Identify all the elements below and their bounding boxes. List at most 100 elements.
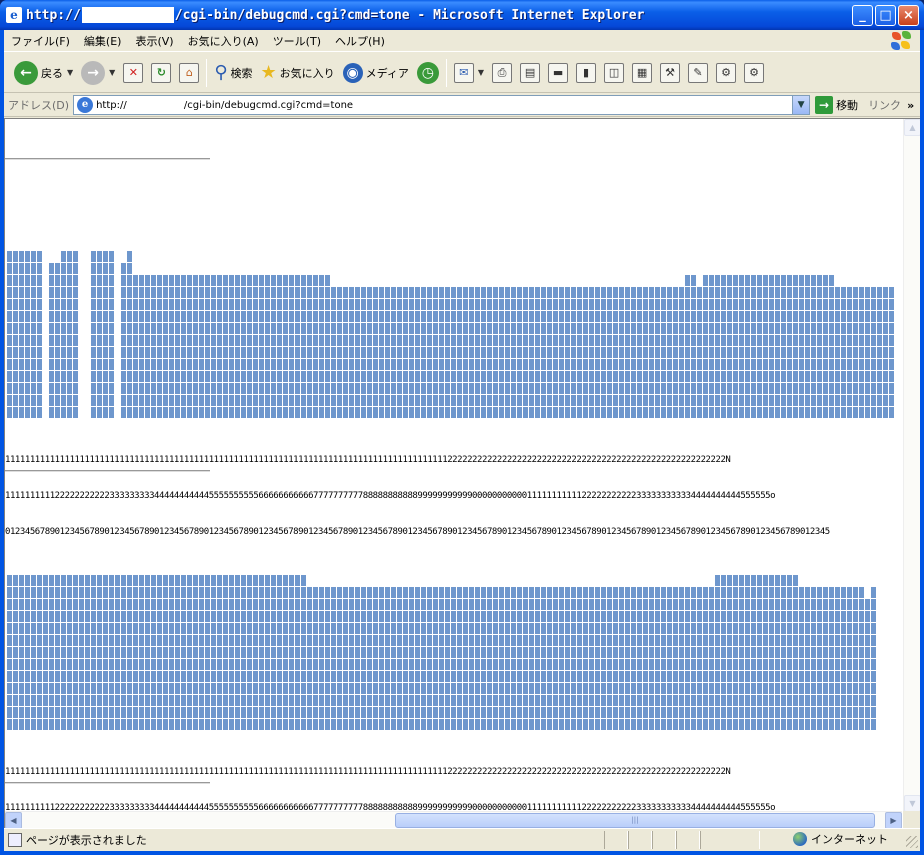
go-button[interactable]: → 移動	[815, 96, 858, 114]
tone-block	[241, 323, 246, 334]
refresh-button[interactable]: ↻	[147, 57, 175, 89]
tools-button[interactable]: ⚒	[656, 57, 684, 89]
tone-block	[49, 287, 54, 298]
tone-block	[739, 683, 744, 694]
messenger-button[interactable]: ▮	[572, 57, 600, 89]
tone-block	[883, 347, 888, 358]
tone-block	[55, 263, 60, 274]
tone-block	[151, 395, 156, 406]
gear2-button[interactable]: ⚙	[740, 57, 768, 89]
tone-block	[379, 683, 384, 694]
menu-edit[interactable]: 編集(E)	[77, 33, 129, 49]
back-button[interactable]: ← 戻る ▼	[10, 57, 77, 89]
stop-button[interactable]: ✕	[119, 57, 147, 89]
tone-block	[577, 671, 582, 682]
print-button[interactable]: ⎙	[488, 57, 516, 89]
media-button[interactable]: ◉ メディア	[339, 57, 413, 89]
menu-file[interactable]: ファイル(F)	[4, 33, 77, 49]
horizontal-scroll-thumb[interactable]: |||	[395, 813, 875, 828]
tone-block	[319, 347, 324, 358]
tone-block	[61, 251, 66, 262]
menu-help[interactable]: ヘルプ(H)	[328, 33, 392, 49]
tone-block	[139, 395, 144, 406]
maximize-button[interactable]: □	[875, 5, 896, 26]
menu-view[interactable]: 表示(V)	[128, 33, 180, 49]
mail-dropdown-icon[interactable]: ▼	[478, 68, 484, 77]
address-dropdown-icon[interactable]: ▼	[792, 96, 810, 114]
tone-block	[799, 347, 804, 358]
tone-block	[781, 587, 786, 598]
pencil-button[interactable]: ✎	[684, 57, 712, 89]
tone-block	[139, 587, 144, 598]
address-input[interactable]: e http:// /cgi-bin/debugcmd.cgi?cmd=tone…	[73, 95, 811, 115]
tone-block	[541, 587, 546, 598]
tone-block	[427, 671, 432, 682]
scroll-up-button[interactable]: ▲	[904, 119, 920, 136]
tone-block	[337, 335, 342, 346]
tone-block	[379, 371, 384, 382]
tone-block	[307, 275, 312, 286]
menu-favorites[interactable]: お気に入り(A)	[181, 33, 266, 49]
scroll-left-button[interactable]: ◀	[5, 812, 22, 828]
tone-block	[211, 575, 216, 586]
forward-dropdown-icon[interactable]: ▼	[109, 68, 115, 77]
menu-tools[interactable]: ツール(T)	[266, 33, 328, 49]
links-label[interactable]: リンク	[868, 97, 901, 113]
speaker-button[interactable]: ◫	[600, 57, 628, 89]
close-button[interactable]: ×	[898, 5, 919, 26]
tone-block	[487, 299, 492, 310]
tone-block	[877, 335, 882, 346]
tone-block	[439, 311, 444, 322]
tone-block	[385, 323, 390, 334]
tone-block	[31, 659, 36, 670]
tone-block	[679, 587, 684, 598]
scroll-down-button[interactable]: ▼	[904, 795, 920, 812]
tone-block	[217, 323, 222, 334]
edit-button[interactable]: ▤	[516, 57, 544, 89]
tone-block	[757, 683, 762, 694]
tone-block	[787, 395, 792, 406]
tone-block	[625, 659, 630, 670]
tone-block	[613, 383, 618, 394]
tone-block	[31, 323, 36, 334]
home-button[interactable]: ⌂	[175, 57, 203, 89]
title-bar[interactable]: e http:// /cgi-bin/debugcmd.cgi?cmd=tone…	[0, 0, 924, 30]
tone-block	[139, 275, 144, 286]
tone-block	[139, 359, 144, 370]
tone-block	[463, 359, 468, 370]
tone-block	[289, 599, 294, 610]
tone-block	[127, 719, 132, 730]
gear-button[interactable]: ⚙	[712, 57, 740, 89]
tone-block	[409, 683, 414, 694]
tone-block	[451, 623, 456, 634]
horizontal-scrollbar[interactable]: ◀ ||| ▶	[5, 811, 902, 828]
search-button[interactable]: ⚲ 検索	[210, 57, 256, 89]
back-dropdown-icon[interactable]: ▼	[67, 68, 73, 77]
tone-block	[571, 647, 576, 658]
tone-block	[67, 575, 72, 586]
tone-block	[193, 347, 198, 358]
history-button[interactable]: ◷	[413, 57, 443, 89]
tone-block	[307, 311, 312, 322]
tone-block	[385, 659, 390, 670]
tone-block	[133, 407, 138, 418]
tone-block	[211, 683, 216, 694]
mail-button[interactable]: ✉ ▼	[450, 57, 488, 89]
favorites-button[interactable]: ★ お気に入り	[257, 57, 339, 89]
tone-block	[607, 695, 612, 706]
minimize-button[interactable]: _	[852, 5, 873, 26]
forward-button[interactable]: → ▼	[77, 57, 119, 89]
tone-block	[361, 347, 366, 358]
tone-block	[265, 275, 270, 286]
calculator-button[interactable]: ▦	[628, 57, 656, 89]
tone-block	[667, 683, 672, 694]
tone-block	[325, 707, 330, 718]
tone-block	[811, 383, 816, 394]
vertical-scrollbar[interactable]: ▲ ▼	[903, 119, 920, 812]
scroll-right-button[interactable]: ▶	[885, 812, 902, 828]
tone-block	[643, 623, 648, 634]
discuss-button[interactable]: ▬	[544, 57, 572, 89]
resize-grip-icon[interactable]	[906, 836, 918, 848]
links-chevron-icon[interactable]: »	[907, 99, 914, 112]
tone-block	[337, 719, 342, 730]
